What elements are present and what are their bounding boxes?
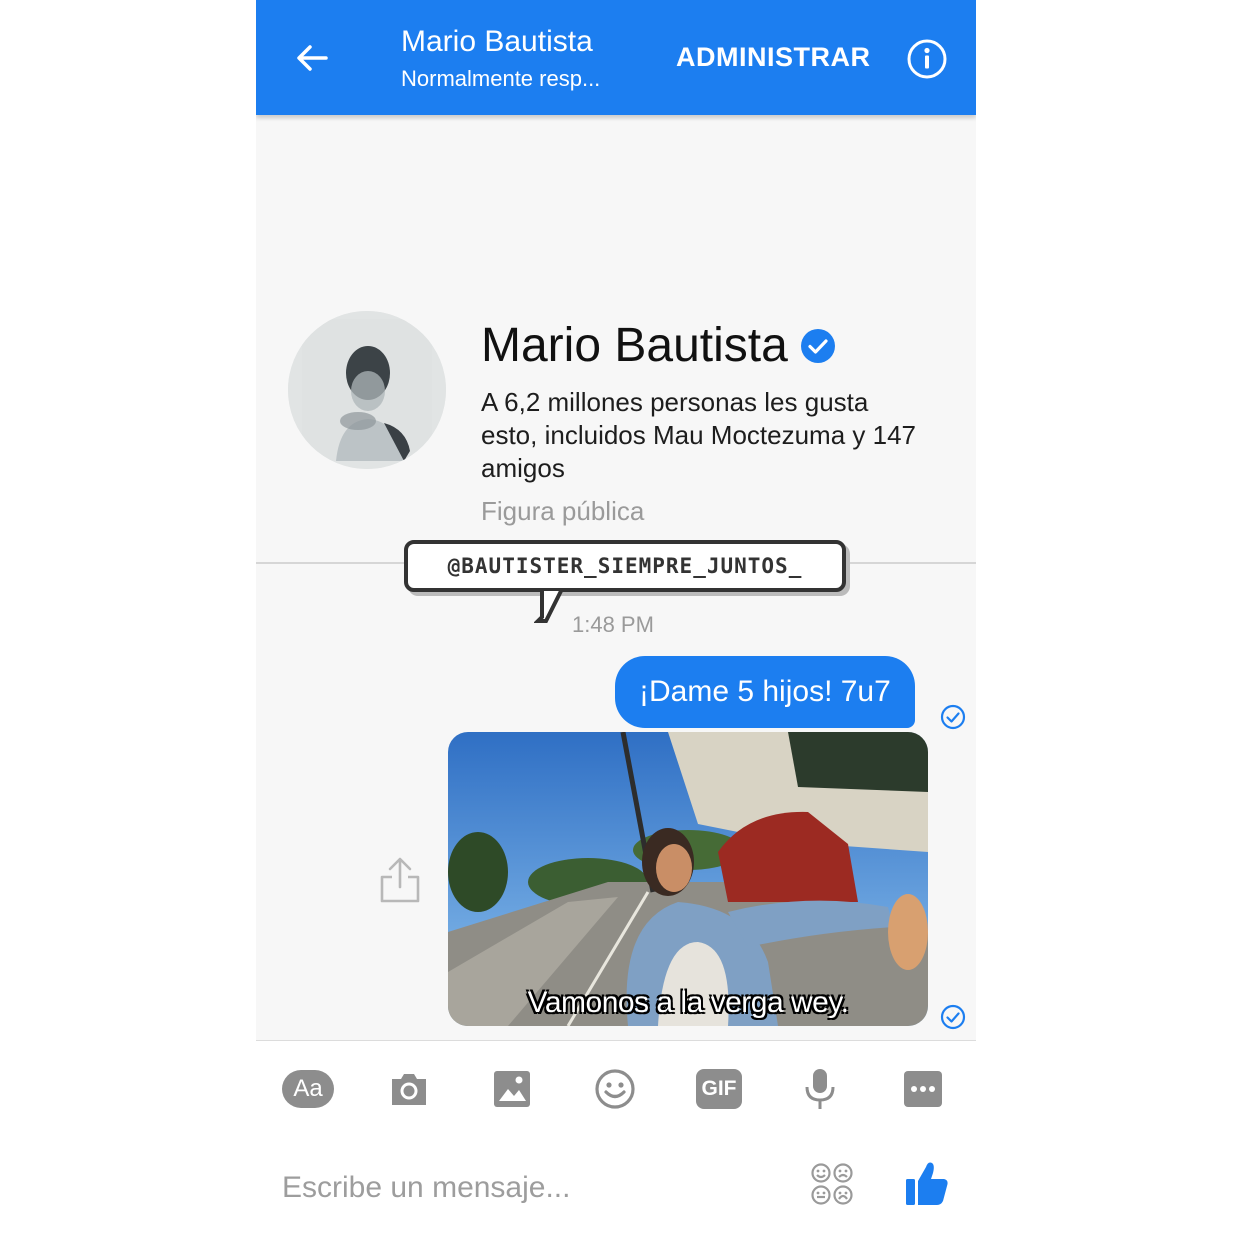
- message-timestamp: 1:48 PM: [572, 612, 654, 637]
- manage-button[interactable]: ADMINISTRAR: [676, 42, 871, 73]
- camera-icon[interactable]: [388, 1067, 430, 1111]
- more-icon[interactable]: [902, 1067, 944, 1111]
- text-format-button[interactable]: Aa: [282, 1070, 334, 1108]
- avatar-image: [288, 311, 446, 469]
- thumbs-up-icon[interactable]: [904, 1159, 950, 1207]
- conversation-title: Mario Bautista: [401, 25, 593, 58]
- info-icon[interactable]: [906, 38, 948, 80]
- emoji-icon[interactable]: [594, 1067, 636, 1111]
- avatar[interactable]: [288, 311, 446, 469]
- conversation-title-block[interactable]: Mario Bautista Normalmente resp...: [401, 24, 600, 94]
- page-category: Figura pública: [481, 496, 645, 526]
- meme-caption: Vamonos a la verga wey.: [527, 986, 849, 1019]
- outgoing-image-message[interactable]: Vamonos a la verga wey.: [448, 732, 928, 1026]
- profile-name-row: Mario Bautista: [481, 318, 836, 374]
- gif-button[interactable]: GIF: [696, 1069, 742, 1109]
- profile-name: Mario Bautista: [481, 319, 788, 372]
- sent-check-icon: [940, 704, 966, 730]
- sent-check-icon: [940, 1004, 966, 1030]
- outgoing-message-bubble[interactable]: ¡Dame 5 hijos! 7u7: [615, 656, 915, 728]
- watermark-speech-bubble: @BAUTISTER_SIEMPRE_JUNTOS_: [404, 540, 846, 592]
- back-arrow-icon[interactable]: [292, 38, 332, 78]
- microphone-icon[interactable]: [802, 1067, 838, 1111]
- stickers-icon[interactable]: [810, 1162, 854, 1206]
- message-composer: Aa GIF: [256, 1041, 976, 1233]
- speech-bubble-tail: [534, 589, 565, 623]
- gallery-icon[interactable]: [492, 1067, 532, 1111]
- share-icon[interactable]: [378, 855, 422, 905]
- page-likes-text: A 6,2 millones personas les gusta esto, …: [481, 387, 916, 483]
- meme-image: [448, 732, 928, 1026]
- top-bar: Mario Bautista Normalmente resp... ADMIN…: [256, 0, 976, 115]
- verified-badge-icon: [800, 329, 835, 363]
- messenger-screen: Mario Bautista Normalmente resp... ADMIN…: [256, 0, 976, 1233]
- message-input[interactable]: [280, 1165, 784, 1211]
- conversation-subtitle: Normalmente resp...: [401, 66, 601, 91]
